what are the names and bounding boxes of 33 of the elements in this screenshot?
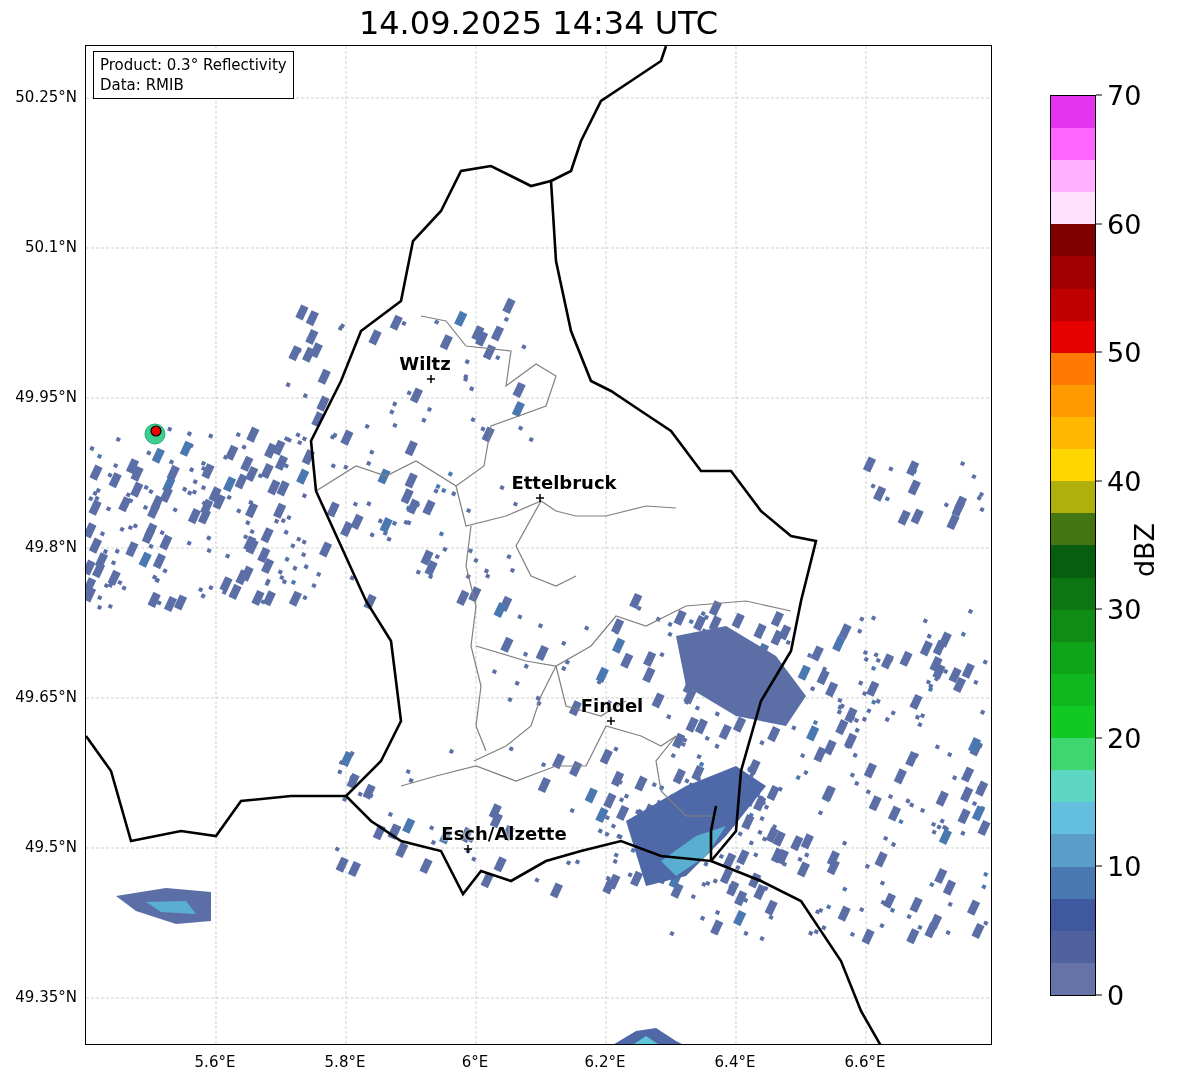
radar-site-icon <box>144 423 166 445</box>
axis-tick-label: 5.6°E <box>194 1053 236 1071</box>
info-text: Data: RMIB <box>100 75 185 95</box>
axis-tick-label: 49.35°N <box>15 988 77 1006</box>
axis-tick-label: 6.4°E <box>714 1053 756 1071</box>
colorbar-tick-label: 70 <box>1096 79 1142 111</box>
city-marker-icon <box>426 374 436 384</box>
chart-title: 14.09.2025 14:34 UTC <box>357 2 720 44</box>
axis-tick-label: 6.6°E <box>844 1053 886 1071</box>
city-marker-icon <box>535 493 545 503</box>
colorbar-tick-label: 30 <box>1096 593 1142 625</box>
axis-tick-label: 6°E <box>461 1053 489 1071</box>
colorbar-tick-label: 40 <box>1096 465 1142 497</box>
axis-tick-label: 49.65°N <box>15 688 77 706</box>
colorbar-tick-label: 10 <box>1096 850 1142 882</box>
city-marker-icon <box>463 844 473 854</box>
axis-tick-label: 49.95°N <box>15 388 77 406</box>
city-label: Wiltz <box>399 353 451 374</box>
colorbar-tick-label: 0 <box>1096 979 1125 1011</box>
colorbar-tick-label: 50 <box>1096 336 1142 368</box>
city-label: Ettelbruck <box>511 472 617 493</box>
colorbar-label: dBZ <box>1128 522 1160 578</box>
axis-tick-label: 49.8°N <box>24 538 77 556</box>
colorbar-tick-label: 60 <box>1096 208 1142 240</box>
axis-tick-label: 6.2°E <box>584 1053 626 1071</box>
city-marker-icon <box>606 716 616 726</box>
city-label: Findel <box>580 695 644 716</box>
axis-tick-label: 50.25°N <box>15 88 77 106</box>
info-text: Product: 0.3° Reflectivity <box>100 55 287 75</box>
axis-tick-label: 49.5°N <box>24 838 77 856</box>
axis-tick-label: 5.8°E <box>324 1053 366 1071</box>
colorbar-tick-label: 20 <box>1096 722 1142 754</box>
axis-tick-label: 50.1°N <box>24 238 77 256</box>
